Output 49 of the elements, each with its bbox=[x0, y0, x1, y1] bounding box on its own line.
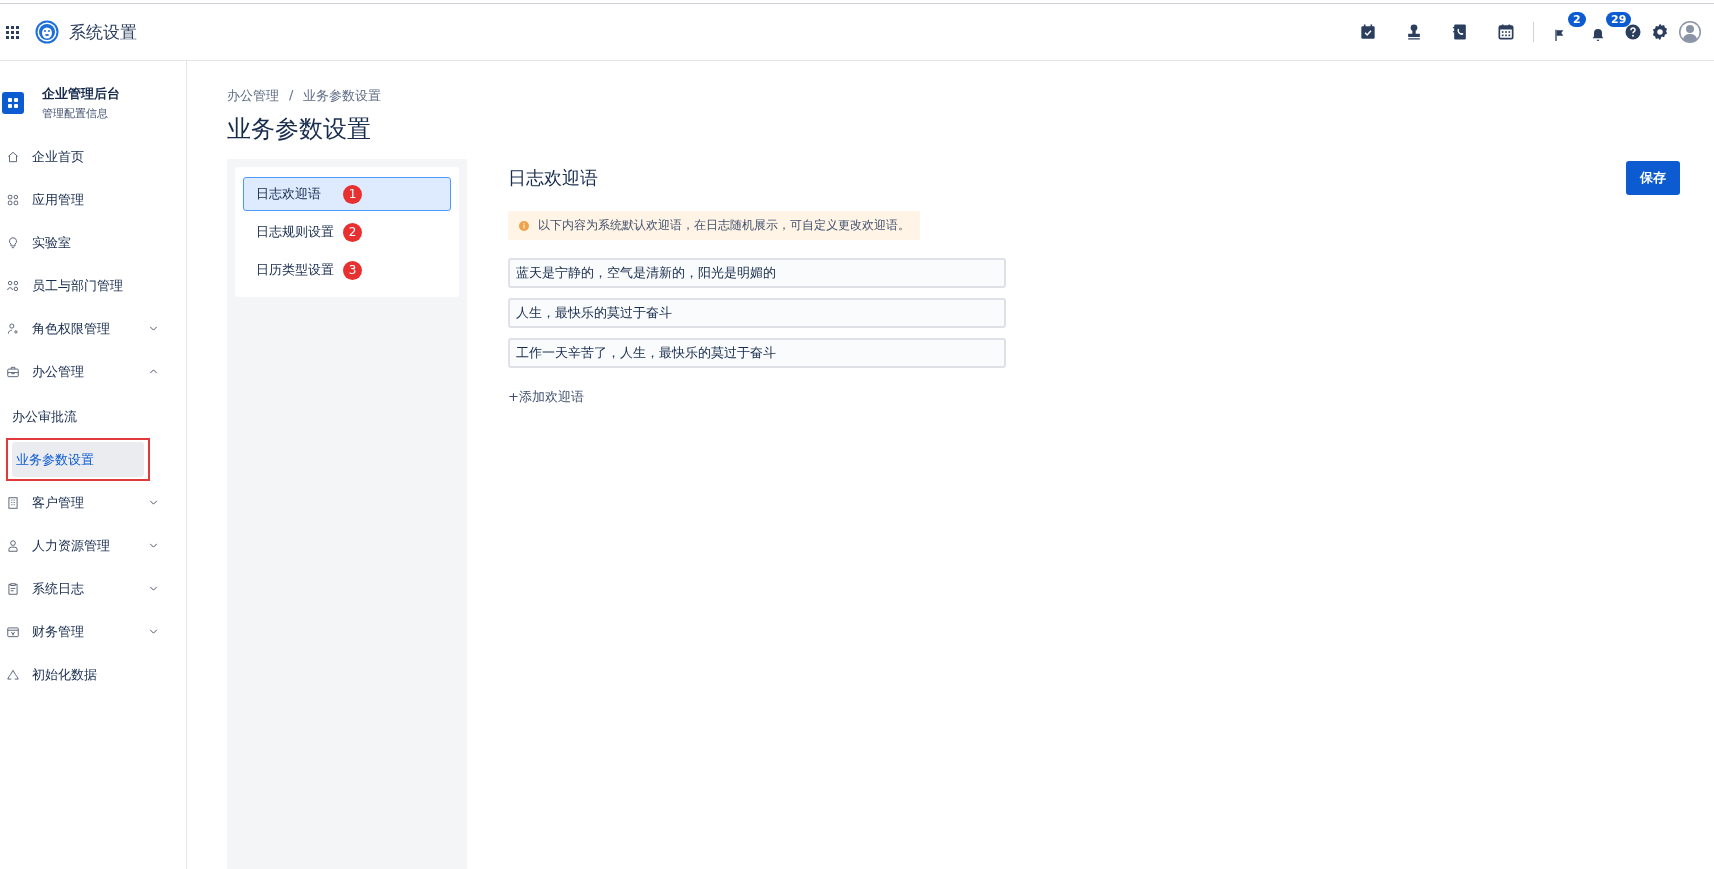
nav-item[interactable]: 员工与部门管理 bbox=[0, 264, 186, 307]
app-grid-icon[interactable] bbox=[6, 25, 19, 39]
greeting-field[interactable]: 工作一天辛苦了，人生，最快乐的莫过于奋斗 bbox=[508, 338, 1006, 368]
briefcase-icon bbox=[6, 364, 20, 379]
cash-icon bbox=[6, 624, 20, 639]
workspace-logo-icon bbox=[2, 92, 24, 114]
breadcrumb-link[interactable]: 业务参数设置 bbox=[303, 87, 382, 105]
breadcrumb-link[interactable]: 办公管理 bbox=[227, 87, 279, 105]
greeting-field[interactable]: 蓝天是宁静的，空气是清新的，阳光是明媚的 bbox=[508, 258, 1006, 288]
add-greeting-link[interactable]: +添加欢迎语 bbox=[508, 388, 584, 406]
clipboard-icon bbox=[6, 581, 20, 596]
calendar-icon[interactable] bbox=[1496, 22, 1516, 42]
nav-item[interactable]: 人力资源管理 bbox=[0, 524, 186, 567]
apps-icon bbox=[6, 192, 20, 207]
nav-item[interactable]: 企业首页 bbox=[0, 135, 186, 178]
section-title: 日志欢迎语 bbox=[508, 166, 598, 190]
number-marker: 3 bbox=[343, 261, 362, 280]
building-icon bbox=[6, 495, 20, 510]
help-icon[interactable] bbox=[1624, 23, 1642, 41]
sidebar-subtitle: 管理配置信息 bbox=[42, 106, 109, 121]
number-marker: 2 bbox=[343, 223, 362, 242]
nav-subitem[interactable]: 业务参数设置 bbox=[12, 442, 144, 477]
nav-item[interactable]: 客户管理 bbox=[0, 481, 186, 524]
notification-bell-icon[interactable] bbox=[1590, 27, 1606, 43]
save-button[interactable]: 保存 bbox=[1626, 161, 1680, 195]
avatar-icon[interactable] bbox=[1678, 20, 1702, 44]
app-title: 系统设置 bbox=[69, 20, 137, 44]
sidebar-title: 企业管理后台 bbox=[42, 85, 120, 103]
lightbulb-icon bbox=[6, 235, 20, 250]
breadcrumb-separator: / bbox=[289, 87, 294, 104]
count-badge: 2 bbox=[1568, 12, 1586, 27]
calendar-check-icon[interactable] bbox=[1358, 22, 1378, 42]
settings-icon[interactable] bbox=[1650, 22, 1670, 42]
nav-item[interactable]: 应用管理 bbox=[0, 178, 186, 221]
people-icon bbox=[6, 278, 20, 293]
page-title: 业务参数设置 bbox=[227, 114, 372, 145]
nav-item[interactable]: 初始化数据 bbox=[0, 653, 186, 696]
nav-item[interactable]: 财务管理 bbox=[0, 610, 186, 653]
notice-text: 以下内容为系统默认欢迎语，在日志随机展示，可自定义更改欢迎语。 bbox=[538, 217, 910, 234]
count-badge: 29 bbox=[1606, 12, 1632, 27]
nav-item[interactable]: 系统日志 bbox=[0, 567, 186, 610]
greeting-field[interactable]: 人生，最快乐的莫过于奋斗 bbox=[508, 298, 1006, 328]
nav-item[interactable]: 实验室 bbox=[0, 221, 186, 264]
info-icon bbox=[518, 219, 530, 232]
home-icon bbox=[6, 149, 20, 164]
nav-item[interactable]: 办公管理 bbox=[0, 350, 186, 393]
person-icon bbox=[6, 538, 20, 553]
nav-subitem[interactable]: 办公审批流 bbox=[8, 399, 144, 434]
nav-item[interactable]: 角色权限管理 bbox=[0, 307, 186, 350]
